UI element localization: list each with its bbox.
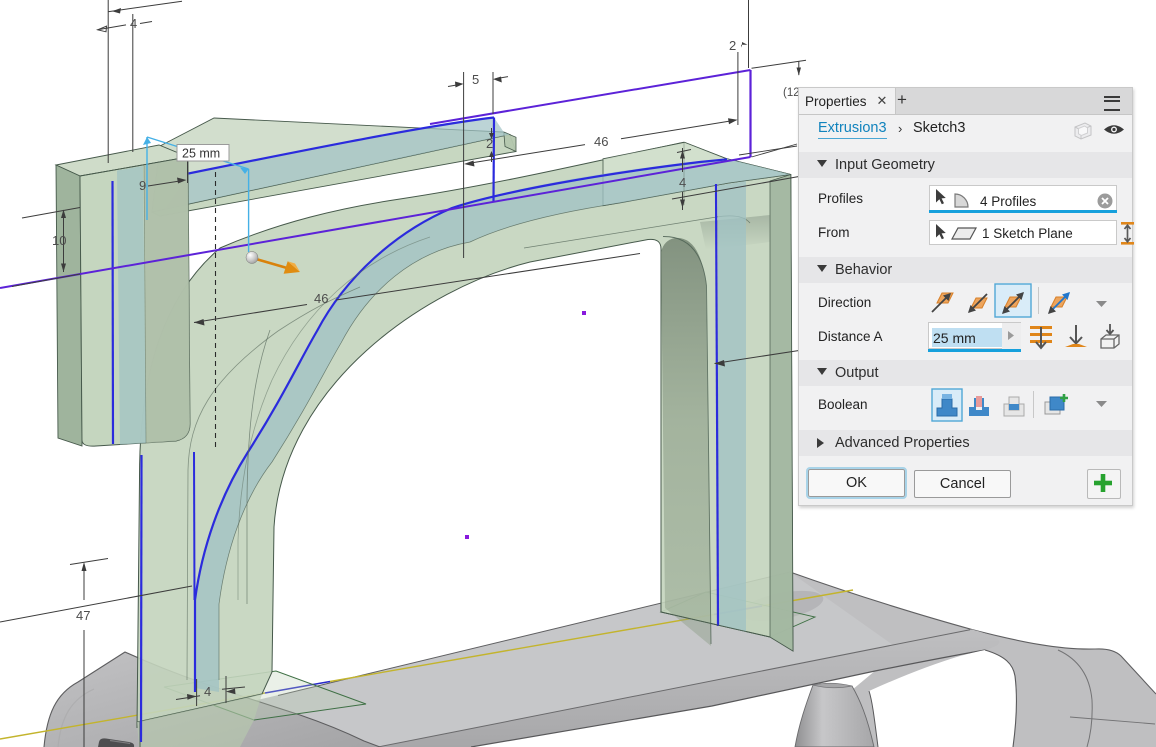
svg-text:10: 10 [52, 233, 66, 248]
svg-text:25 mm: 25 mm [182, 147, 220, 161]
svg-text:5: 5 [472, 72, 479, 87]
svg-text:2: 2 [486, 136, 493, 151]
svg-text:47: 47 [76, 608, 90, 623]
svg-text:2: 2 [729, 38, 736, 53]
svg-text:4: 4 [679, 175, 686, 190]
svg-text:4: 4 [130, 16, 137, 31]
svg-text:46: 46 [314, 291, 328, 306]
svg-text:4: 4 [204, 684, 211, 699]
svg-text:46: 46 [594, 134, 608, 149]
svg-text:9: 9 [139, 178, 146, 193]
